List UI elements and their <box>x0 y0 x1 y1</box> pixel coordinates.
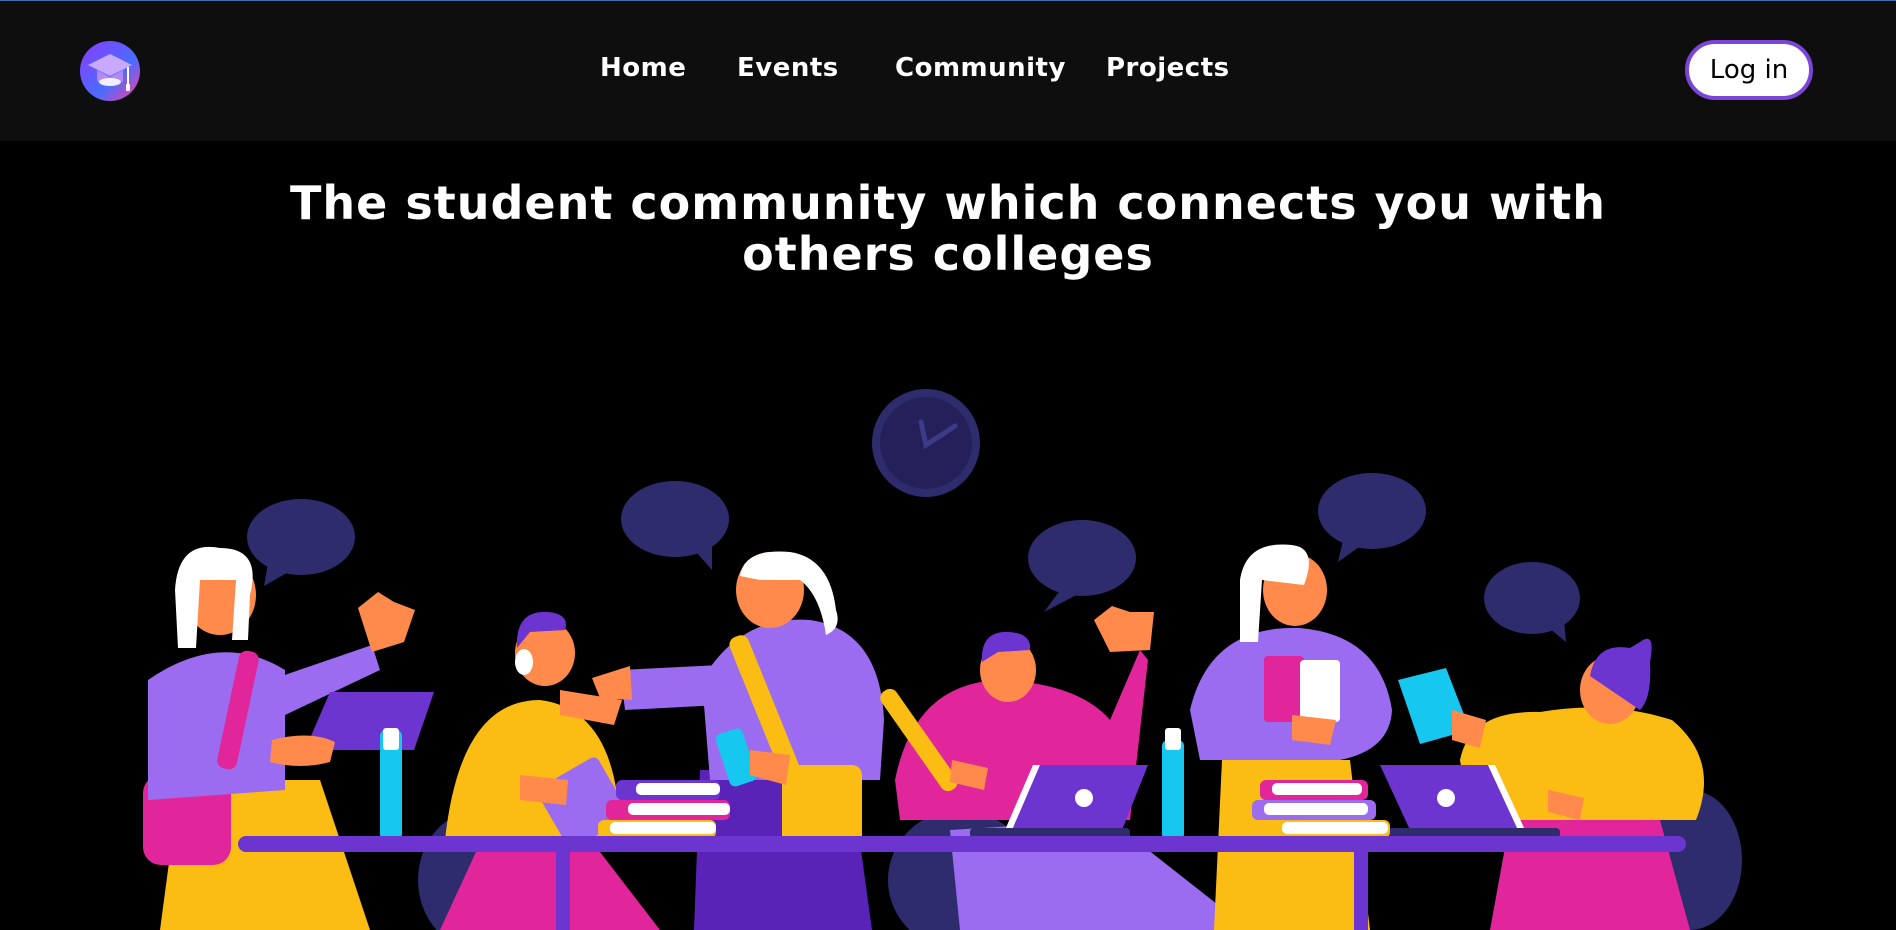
hero-headline: The student community which connects you… <box>290 176 1606 281</box>
nav-link-events[interactable]: Events <box>737 53 839 83</box>
nav-link-projects[interactable]: Projects <box>1106 53 1230 83</box>
person-2 <box>440 611 660 930</box>
clock-icon <box>872 389 980 497</box>
navbar: Home Events Community Projects Log in <box>0 1 1896 141</box>
book-stack-left <box>598 780 730 838</box>
logo[interactable] <box>80 41 140 101</box>
nav-link-community[interactable]: Community <box>895 53 1066 83</box>
person-3 <box>592 551 884 930</box>
speech-bubbles <box>247 473 1580 642</box>
nav-link-home[interactable]: Home <box>600 53 686 83</box>
graduation-cap-icon <box>88 54 132 91</box>
login-button[interactable]: Log in <box>1685 40 1813 100</box>
book-stack-right <box>1252 780 1390 838</box>
students-collaborating-illustration <box>143 389 1742 930</box>
